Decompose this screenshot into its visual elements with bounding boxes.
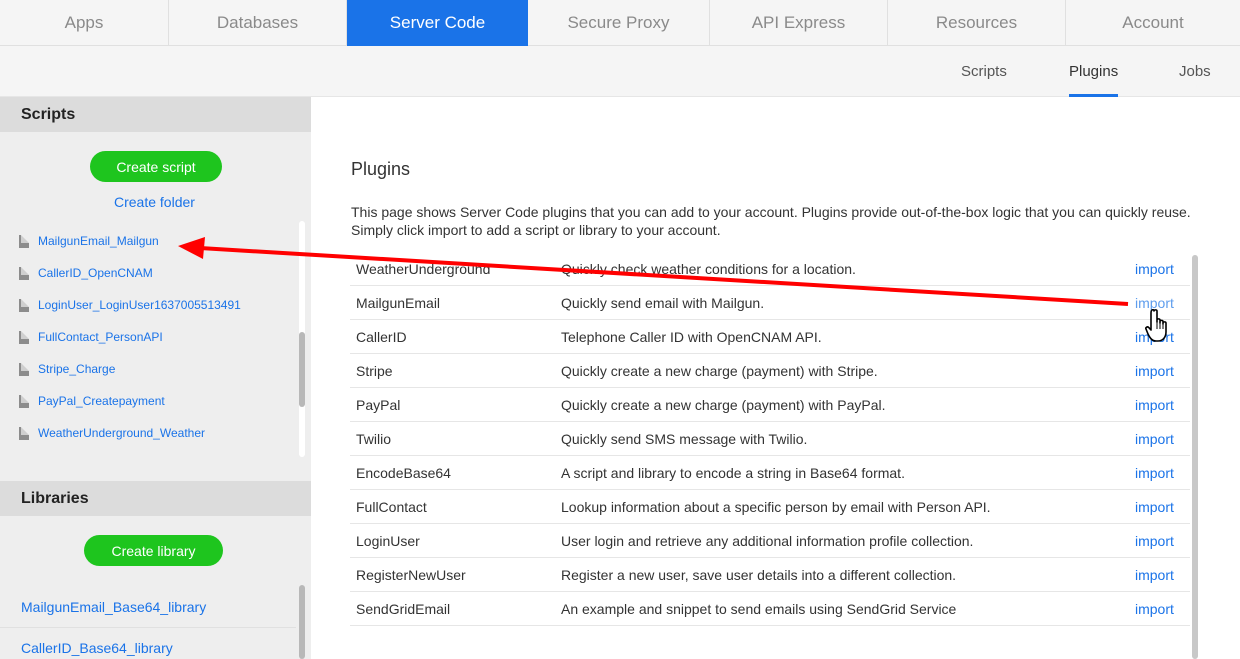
create-library-button[interactable]: Create library — [84, 535, 223, 566]
plugin-name: FullContact — [356, 498, 427, 515]
plugins-table: WeatherUnderground Quickly check weather… — [350, 252, 1190, 626]
table-row: WeatherUnderground Quickly check weather… — [350, 252, 1190, 286]
script-item-fullcontact[interactable]: FullContact_PersonAPI — [0, 321, 296, 353]
scripts-list: MailgunEmail_Mailgun CallerID_OpenCNAM L… — [0, 225, 296, 449]
table-row: MailgunEmail Quickly send email with Mai… — [350, 286, 1190, 320]
file-icon — [19, 234, 29, 248]
file-icon — [19, 362, 29, 376]
import-link[interactable]: import — [1135, 261, 1174, 277]
table-row: PayPal Quickly create a new charge (paym… — [350, 388, 1190, 422]
subtab-plugins[interactable]: Plugins — [1069, 46, 1119, 97]
script-item-paypal[interactable]: PayPal_Createpayment — [0, 385, 296, 417]
tab-secure-proxy[interactable]: Secure Proxy — [528, 0, 710, 46]
script-item-weatherunderground[interactable]: WeatherUnderground_Weather — [0, 417, 296, 449]
sub-navigation: Scripts Plugins Jobs — [0, 46, 1240, 97]
file-icon — [19, 298, 29, 312]
plugin-name: MailgunEmail — [356, 294, 441, 311]
script-item-mailgunemail[interactable]: MailgunEmail_Mailgun — [0, 225, 296, 257]
subtab-jobs[interactable]: Jobs — [1179, 46, 1211, 97]
plugin-description: Register a new user, save user details i… — [561, 566, 957, 583]
table-row: Twilio Quickly send SMS message with Twi… — [350, 422, 1190, 456]
plugin-name: PayPal — [356, 396, 401, 413]
subtab-scripts[interactable]: Scripts — [961, 46, 1007, 97]
plugin-description: Quickly send SMS message with Twilio. — [561, 430, 808, 447]
plugin-name: Twilio — [356, 430, 392, 447]
plugin-name: EncodeBase64 — [356, 464, 451, 481]
file-icon — [19, 426, 29, 440]
plugin-description: Quickly create a new charge (payment) wi… — [561, 362, 878, 379]
hand-pointer-icon — [1145, 309, 1167, 342]
table-row: FullContact Lookup information about a s… — [350, 490, 1190, 524]
script-item-loginuser[interactable]: LoginUser_LoginUser1637005513491 — [0, 289, 296, 321]
script-item-label: LoginUser_LoginUser1637005513491 — [38, 298, 241, 312]
script-item-label: FullContact_PersonAPI — [38, 330, 163, 344]
tab-server-code[interactable]: Server Code — [347, 0, 528, 46]
import-link[interactable]: import — [1135, 465, 1174, 481]
tab-databases[interactable]: Databases — [169, 0, 347, 46]
file-icon — [19, 394, 29, 408]
plugin-name: Stripe — [356, 362, 393, 379]
script-item-callerid[interactable]: CallerID_OpenCNAM — [0, 257, 296, 289]
import-link[interactable]: import — [1135, 499, 1174, 515]
plugin-description: Quickly send email with Mailgun. — [561, 294, 765, 311]
plugin-description: Quickly check weather conditions for a l… — [561, 260, 856, 277]
create-script-button[interactable]: Create script — [90, 151, 222, 182]
plugin-name: WeatherUnderground — [356, 260, 491, 277]
plugin-name: SendGridEmail — [356, 600, 451, 617]
library-item-mailgunemail[interactable]: MailgunEmail_Base64_library — [0, 587, 296, 628]
import-link[interactable]: import — [1135, 567, 1174, 583]
table-row: RegisterNewUser Register a new user, sav… — [350, 558, 1190, 592]
plugin-description: User login and retrieve any additional i… — [561, 532, 974, 549]
script-item-label: Stripe_Charge — [38, 362, 116, 376]
import-link[interactable]: import — [1135, 601, 1174, 617]
tab-account[interactable]: Account — [1066, 0, 1240, 46]
table-row: SendGridEmail An example and snippet to … — [350, 592, 1190, 626]
create-folder-link[interactable]: Create folder — [114, 194, 195, 210]
plugin-description: A script and library to encode a string … — [561, 464, 905, 481]
import-link[interactable]: import — [1135, 363, 1174, 379]
scripts-section-header: Scripts — [0, 97, 311, 132]
script-item-label: CallerID_OpenCNAM — [38, 266, 153, 280]
import-link[interactable]: import — [1135, 533, 1174, 549]
plugins-scrollbar-thumb[interactable] — [1192, 255, 1198, 659]
table-row: Stripe Quickly create a new charge (paym… — [350, 354, 1190, 388]
file-icon — [19, 266, 29, 280]
plugin-description: Quickly create a new charge (payment) wi… — [561, 396, 886, 413]
plugin-name: RegisterNewUser — [356, 566, 466, 583]
page-description: This page shows Server Code plugins that… — [351, 204, 1191, 238]
library-item-callerid[interactable]: CallerID_Base64_library — [0, 628, 296, 659]
page-title: Plugins — [351, 159, 411, 179]
tab-apps[interactable]: Apps — [0, 0, 169, 46]
plugin-description: An example and snippet to send emails us… — [561, 600, 957, 617]
table-row: CallerID Telephone Caller ID with OpenCN… — [350, 320, 1190, 354]
script-item-label: WeatherUnderground_Weather — [38, 426, 205, 440]
main-content: Plugins This page shows Server Code plug… — [311, 97, 1240, 659]
table-row: EncodeBase64 A script and library to enc… — [350, 456, 1190, 490]
plugin-name: CallerID — [356, 328, 407, 345]
scripts-scrollbar-thumb[interactable] — [299, 332, 305, 407]
plugin-name: LoginUser — [356, 532, 420, 549]
libraries-scrollbar-thumb[interactable] — [299, 585, 305, 659]
tab-api-express[interactable]: API Express — [710, 0, 888, 46]
import-link[interactable]: import — [1135, 431, 1174, 447]
import-link[interactable]: import — [1135, 397, 1174, 413]
plugin-description: Telephone Caller ID with OpenCNAM API. — [561, 328, 822, 345]
script-item-label: MailgunEmail_Mailgun — [38, 234, 159, 248]
file-icon — [19, 330, 29, 344]
plugin-description: Lookup information about a specific pers… — [561, 498, 991, 515]
tab-resources[interactable]: Resources — [888, 0, 1066, 46]
script-item-stripe[interactable]: Stripe_Charge — [0, 353, 296, 385]
table-row: LoginUser User login and retrieve any ad… — [350, 524, 1190, 558]
script-item-label: PayPal_Createpayment — [38, 394, 165, 408]
libraries-section-header: Libraries — [0, 481, 311, 516]
top-navigation: Apps Databases Server Code Secure Proxy … — [0, 0, 1240, 46]
libraries-list: MailgunEmail_Base64_library CallerID_Bas… — [0, 587, 296, 659]
sidebar: Scripts Create script Create folder Mail… — [0, 97, 311, 659]
